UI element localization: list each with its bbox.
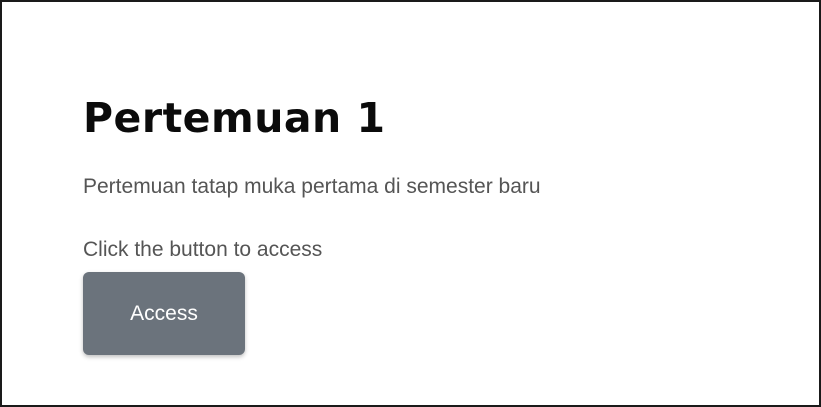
access-button[interactable]: Access — [83, 272, 245, 355]
card-description: Pertemuan tatap muka pertama di semester… — [83, 175, 541, 198]
card-title: Pertemuan 1 — [83, 94, 386, 142]
access-hint: Click the button to access — [83, 238, 323, 261]
meeting-card: Pertemuan 1 Pertemuan tatap muka pertama… — [0, 0, 821, 407]
